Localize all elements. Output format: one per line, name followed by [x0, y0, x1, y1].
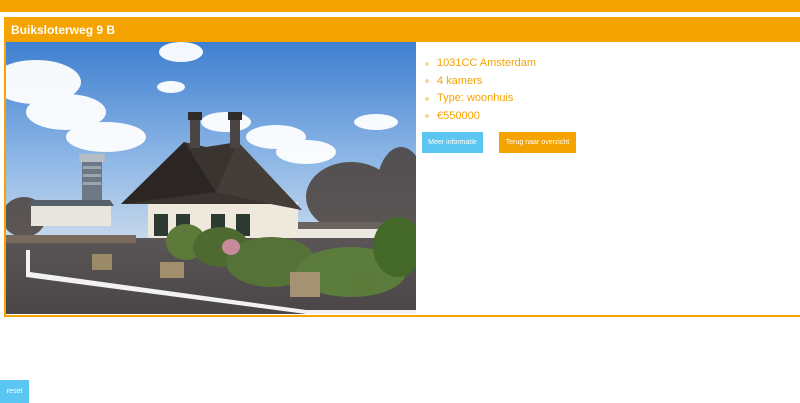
back-to-overview-button[interactable]: Terug naar overzicht	[499, 132, 576, 153]
bullet-icon	[425, 96, 429, 101]
reset-button[interactable]: reset	[0, 380, 29, 403]
top-bar	[0, 0, 800, 12]
listing-title: Buiksloterweg 9 B	[6, 19, 800, 42]
list-item-rooms: 4 kamers	[420, 73, 536, 91]
bullet-icon	[425, 114, 429, 119]
bullet-icon	[425, 79, 429, 84]
listing-photo	[6, 42, 416, 314]
listing-card: Buiksloterweg 9 B 1031CC Amsterdam 4 kam…	[4, 17, 800, 317]
bullet-icon	[425, 61, 429, 66]
more-info-button[interactable]: Meer informatie	[422, 132, 483, 153]
listing-details: 1031CC Amsterdam 4 kamers Type: woonhuis…	[420, 55, 536, 125]
list-item-type: Type: woonhuis	[420, 90, 536, 108]
list-item-postcode: 1031CC Amsterdam	[420, 55, 536, 73]
list-item-price: €550000	[420, 108, 536, 126]
